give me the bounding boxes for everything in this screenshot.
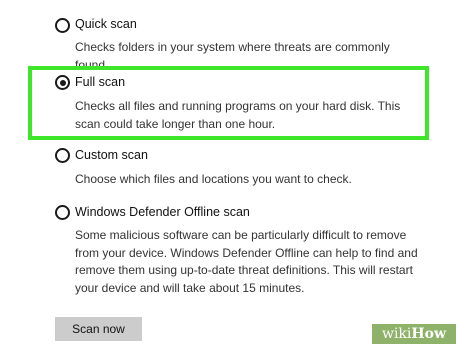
custom-scan-label[interactable]: Custom scan (75, 148, 148, 162)
wikihow-watermark: wiki How (372, 324, 456, 344)
custom-scan-radio[interactable] (55, 148, 70, 163)
full-scan-radio[interactable] (55, 75, 70, 90)
watermark-suffix: How (411, 326, 447, 342)
full-scan-label[interactable]: Full scan (75, 75, 125, 89)
quick-scan-label[interactable]: Quick scan (75, 17, 137, 31)
full-scan-description: Checks all files and running programs on… (75, 99, 401, 131)
scan-now-button[interactable]: Scan now (55, 317, 142, 341)
quick-scan-radio[interactable] (55, 18, 70, 33)
watermark-prefix: wiki (381, 326, 412, 342)
custom-scan-description: Choose which files and locations you wan… (75, 172, 352, 186)
offline-scan-description: Some malicious software can be particula… (75, 228, 418, 295)
offline-scan-radio[interactable] (55, 205, 70, 220)
offline-scan-label[interactable]: Windows Defender Offline scan (75, 205, 250, 219)
